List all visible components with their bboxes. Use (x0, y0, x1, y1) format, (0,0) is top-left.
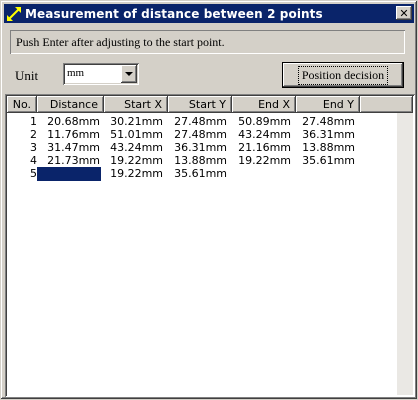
cell-start-y: 13.88mm (174, 154, 227, 167)
cell-end-y: 35.61mm (302, 154, 355, 167)
selected-distance-cell[interactable] (37, 167, 101, 181)
vertical-scrollbar[interactable] (397, 113, 413, 395)
cell-start-x: 19.22mm (110, 154, 163, 167)
column-header-end-x[interactable]: End X (232, 96, 296, 113)
column-header-no[interactable]: No. (7, 96, 37, 113)
position-decision-button[interactable]: Position decision (282, 62, 404, 88)
title-bar[interactable]: Measurement of distance between 2 points… (4, 4, 414, 23)
column-header-distance[interactable]: Distance (37, 96, 104, 113)
cell-end-x: 43.24mm (238, 128, 291, 141)
cell-start-x: 30.21mm (110, 115, 163, 128)
cell-start-y: 27.48mm (174, 115, 227, 128)
cell-distance: 21.73mm (47, 154, 100, 167)
cell-no: 2 (30, 128, 37, 141)
cell-no: 5 (30, 167, 37, 180)
cell-distance: 20.68mm (47, 115, 100, 128)
close-button[interactable]: ✕ (396, 6, 412, 20)
cell-end-x: 21.16mm (238, 141, 291, 154)
cell-end-y: 27.48mm (302, 115, 355, 128)
cell-distance: 11.76mm (47, 128, 100, 141)
window-title: Measurement of distance between 2 points (25, 6, 323, 21)
instruction-message: Push Enter after adjusting to the start … (10, 30, 405, 54)
measurement-list[interactable]: No. Distance Start X Start Y End X End Y… (5, 94, 415, 397)
column-header-start-y[interactable]: Start Y (168, 96, 232, 113)
cell-start-x: 43.24mm (110, 141, 163, 154)
close-icon: ✕ (399, 6, 409, 20)
cell-start-x: 19.22mm (110, 167, 163, 180)
cell-start-y: 27.48mm (174, 128, 227, 141)
measure-app-icon (6, 5, 22, 22)
cell-distance: 31.47mm (47, 141, 100, 154)
cell-end-y: 36.31mm (302, 128, 355, 141)
cell-no: 4 (30, 154, 37, 167)
cell-no: 3 (30, 141, 37, 154)
column-header-end-y[interactable]: End Y (296, 96, 360, 113)
cell-start-y: 36.31mm (174, 141, 227, 154)
unit-selected-value: mm (67, 67, 85, 79)
chevron-down-icon (125, 72, 133, 76)
unit-dropdown[interactable]: mm (63, 63, 139, 85)
measurement-dialog: Measurement of distance between 2 points… (0, 0, 418, 400)
unit-label: Unit (15, 68, 39, 83)
column-header-filler (360, 96, 413, 113)
position-decision-label: Position decision (297, 65, 389, 85)
cell-end-y: 13.88mm (302, 141, 355, 154)
column-header-start-x[interactable]: Start X (104, 96, 168, 113)
dropdown-arrow-button[interactable] (121, 65, 137, 83)
cell-no: 1 (30, 115, 37, 128)
cell-start-x: 51.01mm (110, 128, 163, 141)
cell-start-y: 35.61mm (174, 167, 227, 180)
cell-end-x: 19.22mm (238, 154, 291, 167)
cell-end-x: 50.89mm (238, 115, 291, 128)
